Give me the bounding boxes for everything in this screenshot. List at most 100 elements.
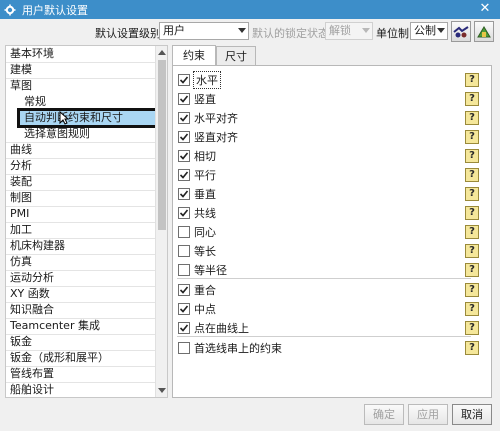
- tree-item-pmi[interactable]: PMI: [10, 206, 29, 222]
- gear-icon: [4, 4, 16, 16]
- help-icon[interactable]: ?: [465, 341, 479, 355]
- checkbox-equal-length[interactable]: [178, 245, 190, 257]
- constraint-row-horizontal[interactable]: 水平: [178, 71, 221, 89]
- customer-defaults-icon: [453, 25, 469, 37]
- constraint-label-collinear: 共线: [194, 207, 216, 220]
- checkbox-vertical[interactable]: [178, 93, 190, 105]
- tree-item-selection-intent[interactable]: 选择意图规则: [24, 126, 90, 142]
- help-icon[interactable]: ?: [465, 263, 479, 277]
- constraint-row-tangent[interactable]: 相切: [178, 148, 216, 164]
- constraint-row-equal-length[interactable]: 等长: [178, 243, 216, 259]
- help-icon[interactable]: ?: [465, 130, 479, 144]
- manager-icon: [477, 25, 491, 37]
- lock-status-value: 解锁: [329, 24, 351, 37]
- checkbox-horizontal[interactable]: [178, 74, 190, 86]
- lock-status-label: 默认的锁定状态: [252, 27, 329, 40]
- checkbox-tangent[interactable]: [178, 150, 190, 162]
- category-tree[interactable]: 基本环境 建模 草图 常规 自动判断约束和尺寸 选择意图规则 曲线 分析 装配 …: [5, 45, 168, 398]
- checkbox-point-on-curve[interactable]: [178, 322, 190, 334]
- checkbox-parallel[interactable]: [178, 169, 190, 181]
- tree-item-xy-functions[interactable]: XY 函数: [10, 286, 50, 302]
- tree-item-modeling[interactable]: 建模: [10, 62, 32, 78]
- mouse-cursor-icon: [59, 111, 69, 125]
- tree-item-routing[interactable]: 管线布置: [10, 366, 54, 382]
- constraint-label-concentric: 同心: [194, 226, 216, 239]
- title-bar: 用户默认设置 ✕: [0, 0, 500, 19]
- manager-button[interactable]: [474, 21, 494, 42]
- unit-system-label: 单位制: [376, 27, 409, 40]
- constraint-label-point-on-curve: 点在曲线上: [194, 322, 249, 335]
- constraint-row-vertical-align[interactable]: 竖直对齐: [178, 129, 238, 145]
- help-icon[interactable]: ?: [465, 111, 479, 125]
- toolbar: 默认设置级别 用户 默认的锁定状态 解锁 单位制 公制: [0, 19, 500, 44]
- tree-item-sketch[interactable]: 草图: [10, 78, 32, 94]
- scroll-up-icon[interactable]: [158, 50, 166, 55]
- ok-button[interactable]: 确定: [364, 404, 404, 425]
- checkbox-preferred-string[interactable]: [178, 342, 190, 354]
- tree-item-analysis[interactable]: 分析: [10, 158, 32, 174]
- constraint-row-midpoint[interactable]: 中点: [178, 301, 216, 317]
- constraint-row-vertical[interactable]: 竖直: [178, 91, 216, 107]
- checkbox-concentric[interactable]: [178, 226, 190, 238]
- constraint-row-coincident[interactable]: 重合: [178, 282, 216, 298]
- constraint-row-perpendicular[interactable]: 垂直: [178, 186, 216, 202]
- scroll-down-icon[interactable]: [158, 388, 166, 393]
- defaults-level-select[interactable]: 用户: [159, 22, 249, 40]
- checkbox-vertical-align[interactable]: [178, 131, 190, 143]
- checkbox-perpendicular[interactable]: [178, 188, 190, 200]
- tree-item-knowledge-fusion[interactable]: 知识融合: [10, 302, 54, 318]
- tree-item-basic-env[interactable]: 基本环境: [10, 46, 54, 62]
- checkbox-equal-radius[interactable]: [178, 264, 190, 276]
- checkbox-midpoint[interactable]: [178, 303, 190, 315]
- tree-item-curve[interactable]: 曲线: [10, 142, 32, 158]
- help-icon[interactable]: ?: [465, 92, 479, 106]
- help-icon[interactable]: ?: [465, 168, 479, 182]
- tree-item-sheet-metal[interactable]: 钣金: [10, 334, 32, 350]
- tree-item-ship-design[interactable]: 船舶设计: [10, 382, 54, 397]
- constraint-row-preferred-string[interactable]: 首选线串上的约束: [178, 340, 282, 356]
- checkbox-horizontal-align[interactable]: [178, 112, 190, 124]
- apply-button[interactable]: 应用: [408, 404, 448, 425]
- constraint-row-parallel[interactable]: 平行: [178, 167, 216, 183]
- checkbox-collinear[interactable]: [178, 207, 190, 219]
- tab-dimensions[interactable]: 尺寸: [216, 46, 256, 65]
- tab-constraints[interactable]: 约束: [172, 45, 216, 66]
- customer-defaults-button[interactable]: [451, 21, 471, 42]
- tree-item-inferred-constraints[interactable]: 自动判断约束和尺寸: [24, 110, 123, 126]
- help-icon[interactable]: ?: [465, 149, 479, 163]
- help-icon[interactable]: ?: [465, 187, 479, 201]
- chevron-down-icon: [238, 28, 246, 33]
- help-icon[interactable]: ?: [465, 206, 479, 220]
- tree-item-drafting[interactable]: 制图: [10, 190, 32, 206]
- chevron-down-icon: [362, 28, 370, 33]
- constraint-label-equal-radius: 等半径: [194, 264, 227, 277]
- defaults-level-label: 默认设置级别: [95, 27, 161, 40]
- divider: [177, 336, 471, 337]
- help-icon[interactable]: ?: [465, 321, 479, 335]
- scroll-thumb[interactable]: [158, 60, 166, 230]
- close-icon[interactable]: ✕: [474, 1, 496, 17]
- checkbox-coincident[interactable]: [178, 284, 190, 296]
- tree-item-teamcenter[interactable]: Teamcenter 集成: [10, 318, 100, 334]
- constraint-row-point-on-curve[interactable]: 点在曲线上: [178, 320, 249, 336]
- tree-item-machine-builder[interactable]: 机床构建器: [10, 238, 65, 254]
- tree-item-sheet-metal-forming[interactable]: 钣金（成形和展平）: [10, 350, 109, 366]
- constraint-row-horizontal-align[interactable]: 水平对齐: [178, 110, 238, 126]
- tree-item-motion[interactable]: 运动分析: [10, 270, 54, 286]
- tree-item-manufacturing[interactable]: 加工: [10, 222, 32, 238]
- tree-item-simulation[interactable]: 仿真: [10, 254, 32, 270]
- help-icon[interactable]: ?: [465, 302, 479, 316]
- help-icon[interactable]: ?: [465, 225, 479, 239]
- window-title: 用户默认设置: [22, 3, 88, 17]
- help-icon[interactable]: ?: [465, 73, 479, 87]
- tree-scrollbar[interactable]: [155, 46, 167, 397]
- help-icon[interactable]: ?: [465, 244, 479, 258]
- unit-system-select[interactable]: 公制: [410, 22, 448, 40]
- constraint-row-collinear[interactable]: 共线: [178, 205, 216, 221]
- help-icon[interactable]: ?: [465, 283, 479, 297]
- tree-item-assembly[interactable]: 装配: [10, 174, 32, 190]
- cancel-button[interactable]: 取消: [452, 404, 492, 425]
- constraint-row-equal-radius[interactable]: 等半径: [178, 262, 227, 278]
- constraint-row-concentric[interactable]: 同心: [178, 224, 216, 240]
- constraints-panel: 水平 ? 竖直 ? 水平对齐 ? 竖直对齐 ? 相切 ? 平行 ? 垂直 ? 共…: [172, 65, 492, 398]
